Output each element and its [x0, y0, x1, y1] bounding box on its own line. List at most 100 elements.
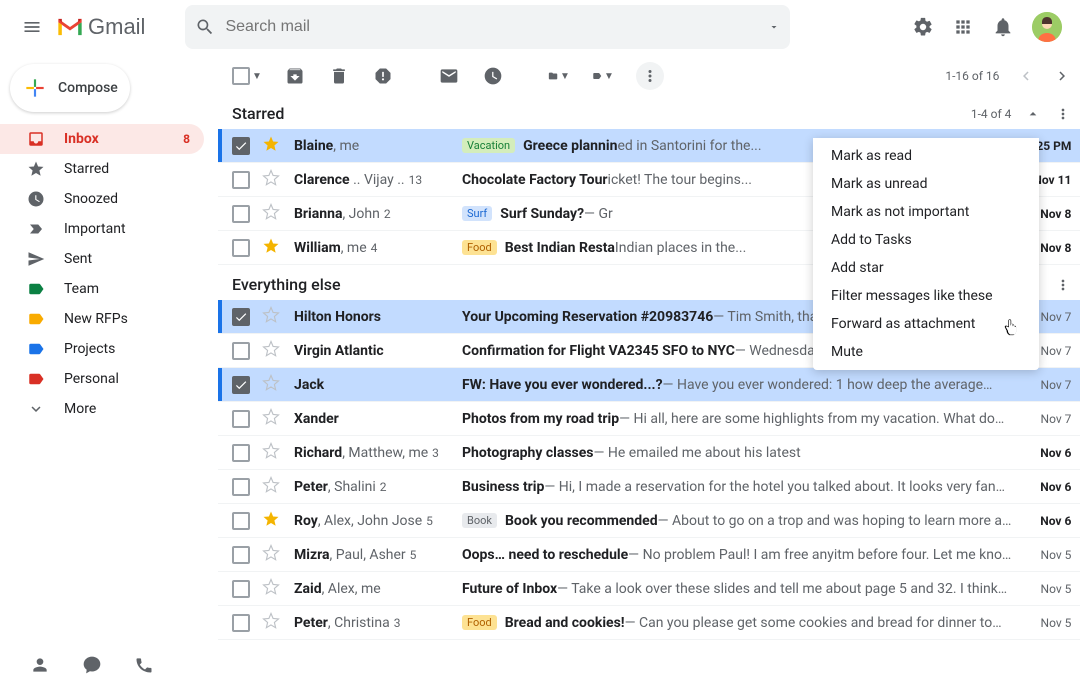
nav-label: Inbox: [64, 131, 99, 147]
menu-add-to-tasks[interactable]: Add to Tasks: [813, 226, 1039, 254]
menu-forward-as-attachment[interactable]: Forward as attachment: [813, 310, 1039, 338]
gmail-logo[interactable]: Gmail: [56, 14, 145, 40]
email-row[interactable]: Xander Photos from my road trip — Hi all…: [218, 402, 1080, 436]
menu-add-star[interactable]: Add star: [813, 254, 1039, 282]
row-checkbox[interactable]: [232, 546, 250, 564]
mark-read-button[interactable]: [438, 66, 460, 86]
star-button[interactable]: [262, 510, 280, 532]
star-button[interactable]: [262, 612, 280, 634]
star-button[interactable]: [262, 340, 280, 362]
more-actions-button[interactable]: [636, 62, 664, 90]
delete-button[interactable]: [328, 66, 350, 86]
nav-starred[interactable]: Starred: [0, 154, 204, 184]
page-count: 1-16 of 16: [945, 69, 999, 83]
subject-line: BookBook you recommended — About to go o…: [462, 513, 1011, 529]
subject-line: Photos from my road trip — Hi all, here …: [462, 411, 1011, 427]
nav-important[interactable]: Important: [0, 214, 204, 244]
nav-team[interactable]: Team: [0, 274, 204, 304]
star-button[interactable]: [262, 169, 280, 191]
star-button[interactable]: [262, 135, 280, 157]
nav-label: Personal: [64, 371, 119, 387]
sender: Jack: [294, 377, 462, 393]
archive-button[interactable]: [284, 66, 306, 86]
move-button[interactable]: ▼: [548, 66, 570, 86]
folder-icon: [548, 66, 558, 86]
email-row[interactable]: Jack FW: Have you ever wondered...? — Ha…: [218, 368, 1080, 402]
nav-snoozed[interactable]: Snoozed: [0, 184, 204, 214]
row-checkbox[interactable]: [232, 239, 250, 257]
nav-sent[interactable]: Sent: [0, 244, 204, 274]
collapse-icon[interactable]: [1025, 106, 1041, 122]
star-button[interactable]: [262, 203, 280, 225]
email-row[interactable]: Mizra, Paul, Asher5 Oops… need to resche…: [218, 538, 1080, 572]
prev-page-button[interactable]: [1017, 67, 1035, 85]
email-row[interactable]: Roy, Alex, John Jose5 BookBook you recom…: [218, 504, 1080, 538]
menu-mute[interactable]: Mute: [813, 338, 1039, 366]
star-button[interactable]: [262, 237, 280, 259]
main-menu-button[interactable]: [12, 7, 52, 47]
menu-mark-as-unread[interactable]: Mark as unread: [813, 170, 1039, 198]
row-checkbox[interactable]: [232, 205, 250, 223]
email-row[interactable]: Zaid, Alex, me Future of Inbox — Take a …: [218, 572, 1080, 606]
search-input[interactable]: [225, 18, 780, 36]
person-icon[interactable]: [30, 655, 50, 675]
nav-more[interactable]: More: [0, 394, 204, 424]
row-checkbox[interactable]: [232, 171, 250, 189]
phone-icon[interactable]: [134, 655, 154, 675]
row-checkbox[interactable]: [232, 478, 250, 496]
nav-new-rfps[interactable]: New RFPs: [0, 304, 204, 334]
star-button[interactable]: [262, 544, 280, 566]
compose-button[interactable]: Compose: [10, 64, 130, 112]
menu-mark-as-not-important[interactable]: Mark as not important: [813, 198, 1039, 226]
label-chip[interactable]: Surf: [462, 206, 492, 221]
search-bar[interactable]: [185, 5, 790, 49]
nav-inbox[interactable]: Inbox8: [0, 124, 204, 154]
label-button[interactable]: ▼: [592, 66, 614, 86]
star-button[interactable]: [262, 306, 280, 328]
label-chip[interactable]: Book: [462, 513, 497, 528]
search-options-icon[interactable]: [768, 21, 780, 33]
row-checkbox[interactable]: [232, 342, 250, 360]
row-checkbox[interactable]: [232, 410, 250, 428]
star-button[interactable]: [262, 408, 280, 430]
label-chip[interactable]: Vacation: [462, 138, 515, 153]
select-all-checkbox[interactable]: [232, 67, 250, 85]
email-row[interactable]: Peter, Shalini2 Business trip — Hi, I ma…: [218, 470, 1080, 504]
settings-button[interactable]: [912, 16, 934, 38]
row-checkbox[interactable]: [232, 444, 250, 462]
spam-button[interactable]: [372, 66, 394, 86]
star-button[interactable]: [262, 442, 280, 464]
star-button[interactable]: [262, 476, 280, 498]
select-dropdown[interactable]: ▼: [252, 71, 262, 82]
sender: Peter, Christina3: [294, 615, 462, 631]
subject-line: Business trip — Hi, I made a reservation…: [462, 479, 1011, 495]
section-more-icon[interactable]: [1055, 277, 1071, 293]
row-checkbox[interactable]: [232, 137, 250, 155]
notifications-button[interactable]: [992, 16, 1014, 38]
menu-mark-as-read[interactable]: Mark as read: [813, 142, 1039, 170]
avatar-icon: [1032, 12, 1062, 42]
nav-projects[interactable]: Projects: [0, 334, 204, 364]
label-chip[interactable]: Food: [462, 240, 497, 255]
next-page-button[interactable]: [1053, 67, 1071, 85]
row-checkbox[interactable]: [232, 580, 250, 598]
snooze-button[interactable]: [482, 66, 504, 86]
row-checkbox[interactable]: [232, 512, 250, 530]
row-checkbox[interactable]: [232, 614, 250, 632]
section-more-icon[interactable]: [1055, 106, 1071, 122]
star-button[interactable]: [262, 578, 280, 600]
menu-filter-messages-like-these[interactable]: Filter messages like these: [813, 282, 1039, 310]
hangouts-icon[interactable]: [82, 655, 102, 675]
email-row[interactable]: Peter, Christina3 FoodBread and cookies!…: [218, 606, 1080, 640]
subject-line: Photography classes — He emailed me abou…: [462, 445, 1011, 461]
row-checkbox[interactable]: [232, 308, 250, 326]
email-row[interactable]: Richard, Matthew, me3 Photography classe…: [218, 436, 1080, 470]
apps-button[interactable]: [952, 16, 974, 38]
row-checkbox[interactable]: [232, 376, 250, 394]
date: Nov 5: [1021, 616, 1071, 630]
label-chip[interactable]: Food: [462, 615, 497, 630]
account-avatar[interactable]: [1032, 12, 1062, 42]
nav-label: More: [64, 401, 96, 417]
star-button[interactable]: [262, 374, 280, 396]
nav-personal[interactable]: Personal: [0, 364, 204, 394]
